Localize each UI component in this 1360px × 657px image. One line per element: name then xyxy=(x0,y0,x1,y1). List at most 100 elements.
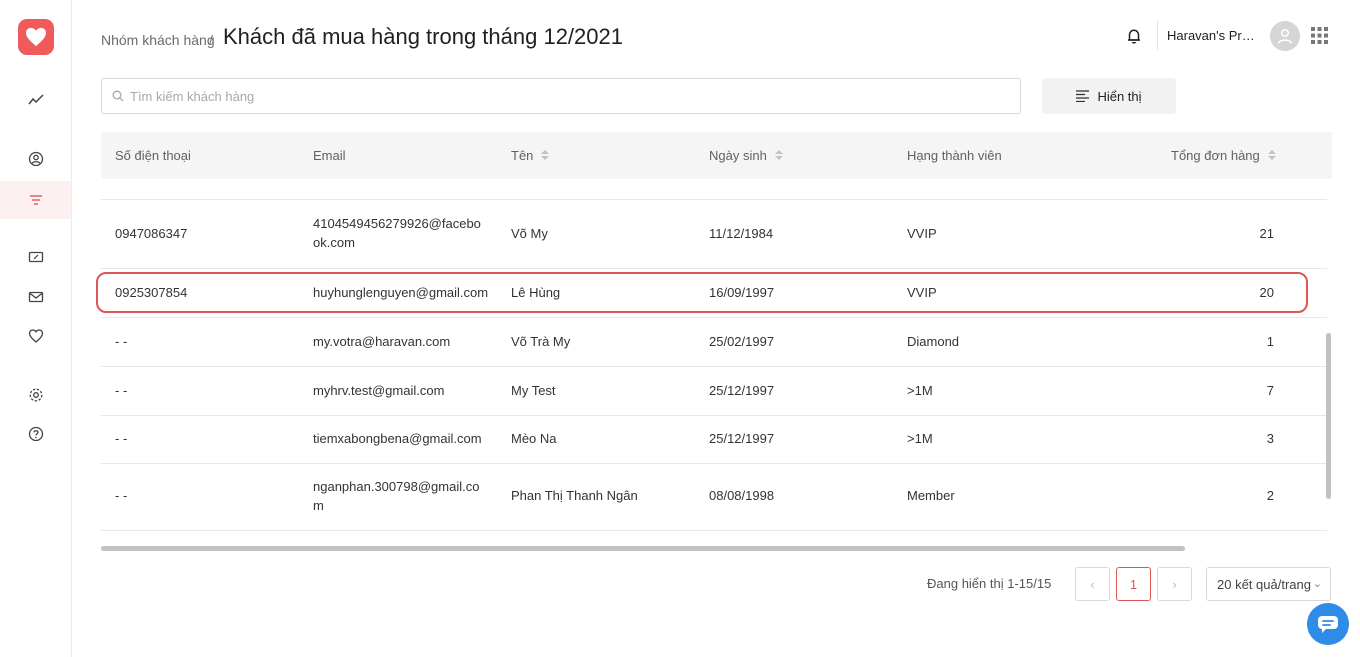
prev-page-button[interactable]: ‹ xyxy=(1075,567,1110,601)
cell-total-orders: 21 xyxy=(1259,226,1274,241)
sidebar-item-mail[interactable] xyxy=(0,278,71,316)
table-row-partial xyxy=(101,179,1327,200)
sort-icon[interactable] xyxy=(541,150,550,161)
sidebar-item-help[interactable] xyxy=(0,415,71,453)
column-header-birthday[interactable]: Ngày sinh xyxy=(709,148,783,163)
filter-icon xyxy=(29,195,42,205)
per-page-value: 20 kết quả/trang xyxy=(1217,576,1311,592)
cell-tier: >1M xyxy=(907,383,933,398)
cell-name: Võ Trà My xyxy=(511,334,571,349)
cell-email-line: nganphan.300798@gmail.co xyxy=(313,479,480,494)
cell-phone: - - xyxy=(115,431,128,446)
cell-tier: VVIP xyxy=(907,226,937,241)
cell-birthday: 25/12/1997 xyxy=(709,383,775,398)
sidebar-item-settings[interactable] xyxy=(0,376,71,414)
page-header: Nhóm khách hàng / Khách đã mua hàng tron… xyxy=(72,0,1360,72)
search-box[interactable] xyxy=(101,78,1021,114)
sidebar-item-segments[interactable] xyxy=(0,181,71,219)
app-logo[interactable] xyxy=(18,19,54,55)
customer-icon xyxy=(28,151,43,167)
horizontal-scrollbar[interactable] xyxy=(101,546,1185,551)
table-row-selected[interactable]: 0925307854 huyhunglenguyen@gmail.com Lê … xyxy=(101,269,1327,318)
sort-icon[interactable] xyxy=(1267,150,1276,161)
cell-tier: Diamond xyxy=(907,334,960,349)
lines-icon xyxy=(1076,90,1090,102)
next-page-button[interactable]: › xyxy=(1157,567,1192,601)
column-header-label: Ngày sinh xyxy=(709,148,767,163)
heart-logo-icon xyxy=(26,27,46,47)
table-row[interactable]: 0947086347 4104549456279926@facebo ok.co… xyxy=(101,200,1327,269)
table-header: Số điện thoại Email Tên Ngày sinh Hạng t… xyxy=(101,132,1332,179)
cell-total-orders: 2 xyxy=(1266,488,1274,503)
display-columns-button[interactable]: Hiển thị xyxy=(1042,78,1176,114)
cell-tier: Member xyxy=(907,488,955,503)
table-row[interactable]: - - nganphan.300798@gmail.co m Phan Thị … xyxy=(101,464,1327,531)
help-icon xyxy=(28,426,43,442)
voucher-icon xyxy=(28,251,43,263)
column-header-email[interactable]: Email xyxy=(313,148,346,163)
chat-support-button[interactable] xyxy=(1307,603,1349,645)
cell-email-line: m xyxy=(313,498,324,513)
column-header-label: Email xyxy=(313,148,346,163)
pagination-summary: Đang hiển thị 1-15/15 xyxy=(927,576,1052,591)
search-icon xyxy=(112,90,124,102)
cell-birthday: 11/12/1984 xyxy=(709,226,774,241)
table-row[interactable]: - - myhrv.test@gmail.com My Test 25/12/1… xyxy=(101,367,1327,416)
cell-email: myhrv.test@gmail.com xyxy=(313,383,445,398)
column-header-label: Tên xyxy=(511,148,534,163)
user-avatar-icon xyxy=(1277,28,1293,44)
search-input[interactable] xyxy=(130,88,1010,104)
vertical-scrollbar[interactable] xyxy=(1326,333,1331,499)
page-title: Khách đã mua hàng trong tháng 12/2021 xyxy=(223,24,623,49)
cell-name: Phan Thị Thanh Ngân xyxy=(511,488,638,503)
bell-icon[interactable] xyxy=(1125,27,1143,45)
column-header-total-orders[interactable]: Tổng đơn hàng xyxy=(1171,148,1276,163)
column-header-name[interactable]: Tên xyxy=(511,148,550,163)
cell-email: tiemxabongbena@gmail.com xyxy=(313,431,482,446)
app-grid-icon[interactable] xyxy=(1311,27,1328,44)
table-row[interactable]: - - tiemxabongbena@gmail.com Mèo Na 25/1… xyxy=(101,416,1327,464)
sidebar-item-analytics[interactable] xyxy=(0,81,71,119)
cell-total-orders: 1 xyxy=(1266,334,1274,349)
column-header-tier[interactable]: Hạng thành viên xyxy=(907,148,1002,163)
cell-tier: >1M xyxy=(907,431,933,446)
sidebar xyxy=(0,0,72,657)
cell-name: Lê Hùng xyxy=(511,285,561,300)
sidebar-item-loyalty[interactable] xyxy=(0,317,71,355)
table-row[interactable]: - - my.votra@haravan.com Võ Trà My 25/02… xyxy=(101,318,1327,367)
cell-total-orders: 3 xyxy=(1266,431,1274,446)
column-header-label: Tổng đơn hàng xyxy=(1171,148,1260,163)
cell-email: my.votra@haravan.com xyxy=(313,334,451,349)
column-header-label: Số điện thoại xyxy=(115,148,191,163)
chevron-down-icon: ⌄ xyxy=(1312,578,1322,590)
sidebar-item-customers[interactable] xyxy=(0,140,71,178)
page-number-button[interactable]: 1 xyxy=(1116,567,1151,601)
display-button-label: Hiển thị xyxy=(1097,88,1142,104)
cell-name: Võ My xyxy=(511,226,548,241)
customer-table: Số điện thoại Email Tên Ngày sinh Hạng t… xyxy=(101,132,1332,532)
sidebar-item-vouchers[interactable] xyxy=(0,238,71,276)
avatar[interactable] xyxy=(1270,21,1300,51)
cell-birthday: 08/08/1998 xyxy=(709,488,775,503)
cell-phone: - - xyxy=(115,488,128,503)
cell-phone: - - xyxy=(115,334,128,349)
cell-total-orders: 20 xyxy=(1259,285,1274,300)
sort-icon[interactable] xyxy=(774,150,783,161)
breadcrumb-parent-link[interactable]: Nhóm khách hàng xyxy=(101,32,215,48)
cell-phone: 0947086347 xyxy=(115,226,188,241)
cell-total-orders: 7 xyxy=(1266,383,1274,398)
analytics-icon xyxy=(27,94,44,105)
cell-phone: 0925307854 xyxy=(115,285,188,300)
cell-email-line: 4104549456279926@facebo xyxy=(313,216,481,231)
cell-name: Mèo Na xyxy=(511,431,557,446)
cell-email-line: ok.com xyxy=(313,235,355,250)
chat-icon xyxy=(1318,616,1338,633)
cell-tier: VVIP xyxy=(907,285,937,300)
heart-icon xyxy=(28,329,43,343)
per-page-select[interactable]: 20 kết quả/trang ⌄ xyxy=(1206,567,1331,601)
column-header-phone[interactable]: Số điện thoại xyxy=(115,148,191,163)
store-name[interactable]: Haravan's Pro... xyxy=(1167,28,1259,43)
cell-birthday: 16/09/1997 xyxy=(709,285,775,300)
header-divider xyxy=(1157,20,1158,50)
breadcrumb-separator: / xyxy=(209,32,213,48)
